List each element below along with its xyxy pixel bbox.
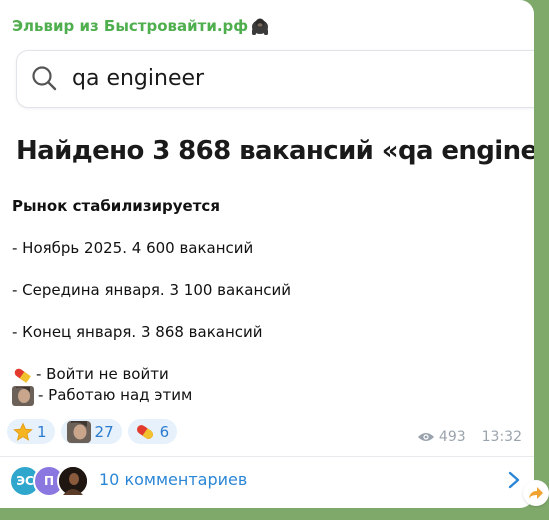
pill-line-text: - Войти не войти — [36, 365, 169, 383]
share-icon — [529, 487, 543, 499]
reaction-face[interactable]: 27 — [60, 419, 122, 444]
message-card: Эльвир из Быстровайти.рф qa engineer Най… — [0, 0, 534, 508]
channel-author[interactable]: Эльвир из Быстровайти.рф — [12, 17, 270, 35]
pill-icon — [136, 424, 153, 439]
reaction-pill[interactable]: 6 — [127, 419, 178, 444]
views-counter: 493 — [417, 429, 466, 445]
text-heading: Рынок стабилизируется — [12, 197, 220, 215]
reaction-pill-count: 6 — [159, 422, 170, 441]
author-name: Эльвир из Быстровайти.рф — [12, 17, 249, 35]
reaction-face-count: 27 — [94, 422, 114, 441]
reaction-star-count: 1 — [37, 422, 47, 441]
text-line-mid-january: - Середина января. 3 100 вакансий — [12, 281, 292, 299]
text-line-end-january: - Конец января. 3 868 вакансий — [12, 323, 263, 341]
message-meta: 493 13:32 — [417, 429, 522, 445]
face-line-text: - Работаю над этим — [38, 386, 193, 404]
preview-search-box: qa engineer — [16, 50, 534, 108]
reaction-star[interactable]: 1 — [7, 419, 55, 444]
text-line-face: - Работаю над этим — [12, 385, 512, 406]
search-icon — [32, 66, 57, 91]
comments-count-label: 10 комментариев — [99, 470, 248, 489]
text-line-november: - Ноябрь 2025. 4 600 вакансий — [12, 239, 254, 257]
gorilla-emoji-icon — [252, 18, 269, 35]
avatar-photo — [57, 465, 89, 497]
message-text: Рынок стабилизируется - Ноябрь 2025. 4 6… — [12, 196, 512, 406]
face-avatar-icon — [66, 420, 91, 443]
user-photo-icon — [59, 467, 87, 495]
text-line-pill: - Войти не войти — [12, 364, 512, 385]
face-avatar-icon — [12, 385, 34, 406]
commenter-avatars: ЭС П — [9, 465, 89, 497]
chevron-right-icon — [508, 471, 520, 489]
preview-headline: Найдено 3 868 вакансий «qa engineer» — [16, 136, 534, 166]
message-time: 13:32 — [481, 429, 522, 445]
share-button[interactable] — [523, 480, 549, 506]
link-preview-image[interactable]: qa engineer Найдено 3 868 вакансий «qa e… — [0, 44, 534, 214]
pill-icon — [14, 368, 31, 383]
preview-search-query: qa engineer — [72, 66, 205, 91]
reactions-bar: 1 27 6 — [7, 419, 178, 444]
eye-icon — [417, 433, 434, 441]
comments-bar[interactable]: ЭС П 10 комментариев — [0, 457, 534, 507]
views-count: 493 — [438, 429, 466, 445]
star-icon — [13, 422, 33, 441]
